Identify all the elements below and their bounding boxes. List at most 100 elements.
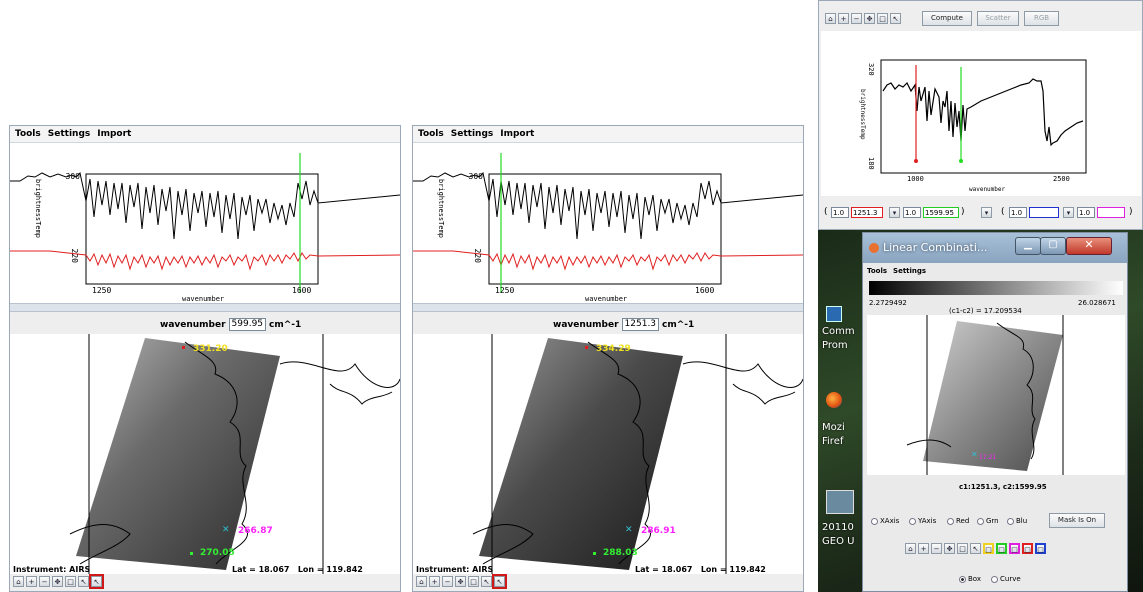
scatter-button[interactable]: Scatter (977, 11, 1019, 26)
wavenumber-unit: cm^-1 (269, 319, 302, 330)
radio-xaxis[interactable]: XAxis (871, 517, 899, 525)
radio-yaxis[interactable]: YAxis (909, 517, 936, 525)
paren-open-2: ( (1001, 207, 1005, 217)
zoom-in-icon[interactable]: + (26, 576, 37, 587)
menu-settings[interactable]: Settings (48, 129, 90, 139)
image-file-icon[interactable] (826, 490, 854, 514)
zoom-in-icon[interactable]: + (429, 576, 440, 587)
x-tick-1600: 1600 (695, 286, 714, 295)
menu-settings[interactable]: Settings (451, 129, 493, 139)
radio-blu-indicator[interactable] (1007, 517, 1014, 525)
minimize-button[interactable]: ▁ (1015, 237, 1041, 255)
radio-yaxis-label: YAxis (918, 517, 937, 525)
box-icon[interactable]: □ (877, 13, 888, 24)
color-select-green-icon[interactable]: □ (996, 543, 1007, 554)
radio-grn[interactable]: Grn (977, 517, 999, 525)
radio-box-indicator[interactable] (959, 575, 966, 583)
wavenumber-input[interactable]: 1251.3 (621, 318, 660, 331)
home-icon[interactable]: ⌂ (905, 543, 916, 554)
split-pane-divider[interactable] (10, 303, 400, 312)
lat-lon-readout: Lat = 18.067 Lon = 119.842 (635, 565, 766, 574)
pointer-icon[interactable]: ↖ (78, 576, 89, 587)
menu-tools[interactable]: Tools (15, 129, 41, 139)
magenta-wavenumber-field[interactable] (1097, 207, 1125, 218)
color-select-magenta-icon[interactable]: □ (1009, 543, 1020, 554)
compute-button[interactable]: Compute (922, 11, 972, 26)
red-coefficient-field[interactable]: 1.0 (831, 207, 849, 218)
home-icon[interactable]: ⌂ (825, 13, 836, 24)
box-icon[interactable]: □ (468, 576, 479, 587)
magenta-coefficient-field[interactable]: 1.0 (1077, 207, 1095, 218)
probe-pointer-icon[interactable]: ↖ (89, 574, 104, 589)
wavenumber-input[interactable]: 599.95 (228, 318, 267, 331)
zoom-out-icon[interactable]: − (442, 576, 453, 587)
x-tick-1000: 1000 (907, 175, 924, 183)
radio-red[interactable]: Red (947, 517, 969, 525)
home-icon[interactable]: ⌂ (13, 576, 24, 587)
color-select-yellow-icon[interactable]: □ (983, 543, 994, 554)
image-caption: c1:1251.3, c2:1599.95 (959, 483, 1047, 491)
rgb-button[interactable]: RGB (1024, 11, 1059, 26)
pan-icon[interactable]: ✥ (52, 576, 63, 587)
green-wavenumber-field[interactable]: 1599.95 (923, 207, 959, 218)
combo-spectrum-plot[interactable]: 320 180 brightnessTemp 1000 2500 wavenum… (821, 31, 1141, 196)
menu-settings[interactable]: Settings (893, 267, 926, 279)
probe-pointer-icon[interactable]: ↖ (492, 574, 507, 589)
firefox-icon[interactable] (826, 392, 842, 408)
blue-coefficient-field[interactable]: 1.0 (1009, 207, 1027, 218)
zoom-out-icon[interactable]: − (931, 543, 942, 554)
radio-yaxis-indicator[interactable] (909, 517, 916, 525)
menu-tools[interactable]: Tools (867, 267, 887, 279)
radio-curve-indicator[interactable] (991, 575, 998, 583)
color-select-red-icon[interactable]: □ (1022, 543, 1033, 554)
radio-box[interactable]: Box (959, 575, 981, 583)
green-coefficient-field[interactable]: 1.0 (903, 207, 921, 218)
radio-blu[interactable]: Blu (1007, 517, 1027, 525)
home-icon[interactable]: ⌂ (416, 576, 427, 587)
menu-tools[interactable]: Tools (418, 129, 444, 139)
spectrum-plot: 300 220 brightnessTemp 1250 1600 wavenum… (413, 153, 804, 303)
radio-xaxis-indicator[interactable] (871, 517, 878, 525)
zoom-out-icon[interactable]: − (851, 13, 862, 24)
pan-icon[interactable]: ✥ (455, 576, 466, 587)
pointer-icon[interactable]: ↖ (970, 543, 981, 554)
combination-image-display[interactable]: ✕ 17.21 (867, 315, 1125, 475)
split-pane-divider[interactable] (413, 303, 803, 312)
desktop-icon-command-prompt[interactable] (826, 306, 842, 322)
maximize-button[interactable]: ▢ (1040, 237, 1066, 255)
radio-grn-indicator[interactable] (977, 517, 984, 525)
zoom-in-icon[interactable]: + (918, 543, 929, 554)
y-tick-320: 320 (867, 63, 875, 76)
pointer-icon[interactable]: ↖ (890, 13, 901, 24)
menu-import[interactable]: Import (500, 129, 534, 139)
close-button[interactable]: ✕ (1066, 237, 1112, 255)
satellite-map: 331.20 ✕ 266.87 270.05 (69, 334, 401, 574)
red-wavenumber-field[interactable]: 1251.3 (851, 207, 883, 218)
blue-wavenumber-field[interactable] (1029, 207, 1059, 218)
radio-xaxis-label: XAxis (880, 517, 900, 525)
pan-icon[interactable]: ✥ (944, 543, 955, 554)
combination-swath (923, 321, 1063, 471)
mask-toggle-button[interactable]: Mask Is On (1049, 513, 1105, 528)
color-select-blue-icon[interactable]: □ (1035, 543, 1046, 554)
radio-curve[interactable]: Curve (991, 575, 1021, 583)
box-icon[interactable]: □ (957, 543, 968, 554)
menu-import[interactable]: Import (97, 129, 131, 139)
pointer-icon[interactable]: ↖ (481, 576, 492, 587)
box-icon[interactable]: □ (65, 576, 76, 587)
map-display[interactable]: 334.29 ✕ 286.91 288.03 (413, 334, 804, 574)
red-operator-dropdown[interactable]: ▾ (889, 207, 900, 218)
zoom-in-icon[interactable]: + (838, 13, 849, 24)
spectrum-plot: 300 220 brightnessTemp 1250 1600 wavenum… (10, 153, 401, 303)
lat-lon-readout: Lat = 18.067 Lon = 119.842 (232, 565, 363, 574)
pan-icon[interactable]: ✥ (864, 13, 875, 24)
operator-dropdown[interactable]: ▾ (981, 207, 992, 218)
satellite-map: 334.29 ✕ 286.91 288.03 (472, 334, 804, 574)
blue-operator-dropdown[interactable]: ▾ (1063, 207, 1074, 218)
spectrum-plot-area[interactable]: 300 220 brightnessTemp 1250 1600 wavenum… (413, 143, 804, 303)
combo-toolbar: ⌂ + − ✥ □ ↖ (825, 13, 901, 24)
radio-red-indicator[interactable] (947, 517, 954, 525)
map-display[interactable]: 331.20 ✕ 266.87 270.05 (10, 334, 401, 574)
zoom-out-icon[interactable]: − (39, 576, 50, 587)
spectrum-plot-area[interactable]: 300 220 brightnessTemp 1250 1600 wavenum… (10, 143, 401, 303)
